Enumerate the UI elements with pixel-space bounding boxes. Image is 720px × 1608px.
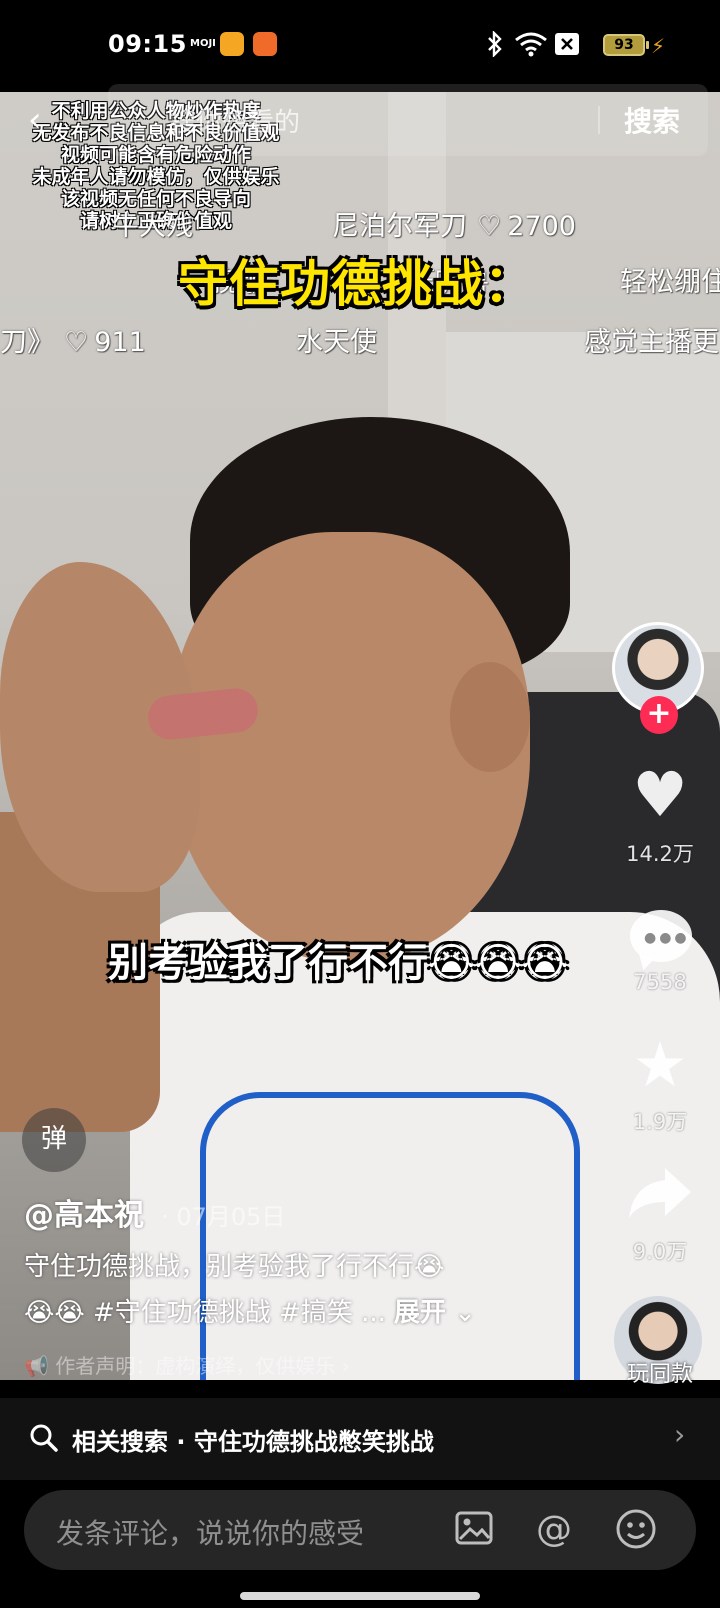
video-app-icon xyxy=(220,32,244,56)
status-bar: 09:15 MOJI 93 ⚡ xyxy=(0,0,720,92)
danmaku-comment[interactable]: 牛大残 xyxy=(112,204,193,243)
image-icon[interactable] xyxy=(452,1508,496,1552)
follow-button[interactable]: + xyxy=(640,696,678,734)
wifi-icon xyxy=(514,30,548,58)
moji-weather-icon: MOJI xyxy=(190,38,216,49)
favorite-star-icon[interactable]: ★ xyxy=(620,1030,700,1100)
heart-icon: ♡ xyxy=(64,327,89,358)
danmaku-text: 尼泊尔军刀 xyxy=(332,211,467,242)
back-button[interactable]: ‹ xyxy=(28,100,68,140)
search-bar[interactable]: 搜你想看的 搜索 xyxy=(108,84,708,156)
search-button[interactable]: 搜索 xyxy=(624,100,680,140)
danmaku-likes: 911 xyxy=(94,327,146,358)
battery-indicator: 93 xyxy=(603,34,649,56)
related-search-bar[interactable]: 相关搜索 · 守住功德挑战憋笑挑战 › xyxy=(0,1398,720,1480)
search-icon xyxy=(30,1424,58,1452)
danmaku-comment[interactable]: 刀》 ♡ 911 xyxy=(0,320,146,359)
comment-count: 7558 xyxy=(633,970,687,994)
danmaku-likes: 2700 xyxy=(507,211,576,242)
author-line: @高本祝 · 07月05日 xyxy=(24,1190,285,1234)
comment-bar: 发条评论，说说你的感受 @ xyxy=(0,1480,720,1608)
heart-icon: ♡ xyxy=(477,211,502,242)
same-style-label[interactable]: 玩同款 xyxy=(604,1356,716,1388)
post-date: · 07月05日 xyxy=(161,1203,286,1231)
author-disclaimer: 📢 作者声明：虚构演绎，仅供娱乐 › xyxy=(24,1350,350,1379)
chevron-right-icon[interactable]: › xyxy=(674,1418,685,1451)
bluetooth-icon xyxy=(486,30,504,58)
danmaku-comment[interactable]: 尼泊尔军刀 ♡ 2700 xyxy=(332,204,576,243)
reader-app-icon xyxy=(253,32,277,56)
disclaimer-text: 作者声明：虚构演绎，仅供娱乐 xyxy=(55,1354,336,1378)
chevron-down-icon[interactable]: ⌄ xyxy=(446,1298,476,1328)
danmaku-comment[interactable]: 轻松绷住 xyxy=(620,260,720,299)
author-name[interactable]: @高本祝 xyxy=(24,1198,144,1233)
shirt-print xyxy=(200,1092,580,1380)
related-search-text[interactable]: 相关搜索 · 守住功德挑战憋笑挑战 xyxy=(72,1422,434,1457)
no-sim-icon xyxy=(554,30,580,58)
description-line: 守住功德挑战，别考验我了行不行😭 xyxy=(24,1252,445,1282)
megaphone-icon: 📢 xyxy=(24,1354,56,1378)
person-ear xyxy=(450,662,530,772)
favorite-count: 1.9万 xyxy=(632,1110,688,1134)
danmaku-toggle-button[interactable]: 弹 xyxy=(22,1108,86,1172)
like-heart-icon[interactable]: ♥ xyxy=(620,760,700,830)
search-divider xyxy=(598,106,600,134)
emoji-icon[interactable] xyxy=(614,1508,658,1552)
chevron-right-icon: › xyxy=(335,1354,350,1378)
status-time: 09:15 xyxy=(108,30,187,58)
comment-icon[interactable]: ●●● xyxy=(630,910,692,962)
danmaku-comment[interactable]: 感觉主播更 xyxy=(584,320,719,359)
description-hashtags[interactable]: 😭😭 #守住功德挑战 #搞笑 ... xyxy=(24,1298,386,1328)
like-count: 14.2万 xyxy=(626,842,694,866)
comment-placeholder[interactable]: 发条评论，说说你的感受 xyxy=(56,1512,364,1552)
danmaku-comment[interactable]: 水天使 xyxy=(296,320,377,359)
description-line: 😭😭 #守住功德挑战 #搞笑 ... 展开 ⌄ xyxy=(24,1292,476,1329)
mention-at-icon[interactable]: @ xyxy=(532,1508,576,1552)
share-count: 9.0万 xyxy=(632,1240,688,1264)
home-indicator[interactable] xyxy=(240,1592,480,1600)
danmaku-text: 刀》 xyxy=(0,327,54,358)
comment-input[interactable]: 发条评论，说说你的感受 @ xyxy=(24,1490,696,1570)
video-subtitle: 别考验我了行不行😭😭😭 xyxy=(108,940,569,986)
expand-button[interactable]: 展开 xyxy=(394,1298,446,1328)
share-arrow-icon[interactable] xyxy=(620,1162,700,1236)
charging-icon: ⚡ xyxy=(651,34,666,58)
search-placeholder[interactable]: 搜你想看的 xyxy=(170,102,300,139)
video-title-caption: 守住功德挑战： xyxy=(178,255,535,313)
warning-line: 未成年人请勿模仿，仅供娱乐 xyxy=(32,166,280,188)
